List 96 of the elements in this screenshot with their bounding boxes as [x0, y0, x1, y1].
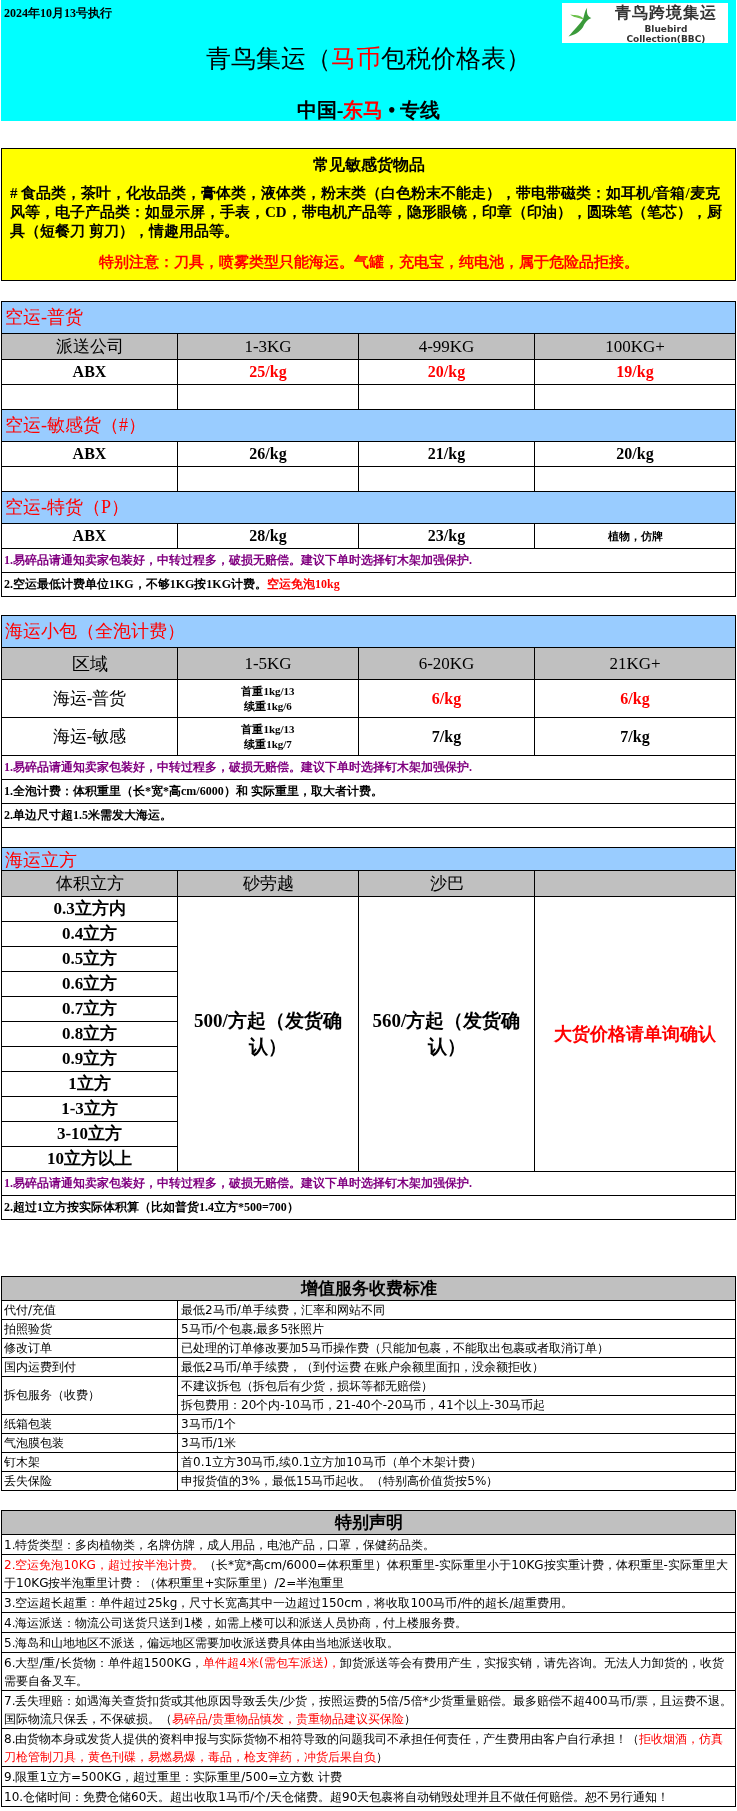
service-name: 钉木架	[2, 1453, 178, 1471]
table-title: 增值服务收费标准	[2, 1277, 735, 1301]
note-text: 1.易碎品请通知卖家包装好，中转过程多，破损无赔偿。建议下单时选择钉木架加强保护.	[2, 1172, 735, 1196]
note-text: 1.易碎品请通知卖家包装好，中转过程多，破损无赔偿。建议下单时选择钉木架加强保护.	[2, 756, 735, 780]
volume-cell: 0.7立方	[2, 997, 177, 1022]
logo-tagline: Bluebird Collection(BBC)	[625, 23, 707, 44]
statement-text: 6.大型/重/长货物：单件超1500KG，单件超4米(需包车派送)，卸货派送等会有费用产生，实报实销，请先咨询。无法人力卸货的，收货需要自备叉车。	[2, 1653, 735, 1691]
statement-text: 5.海岛和山地地区不派送，偏远地区需要加收派送费具体由当地派送收取。	[2, 1633, 735, 1653]
table-cell-text: 6/kg	[619, 688, 651, 710]
service-fee: 3马币/1米	[180, 1435, 238, 1452]
section-title: 空运-特货（P）	[2, 492, 735, 524]
volume-cell-text: 10立方以上	[46, 1148, 133, 1170]
statement-text: 2.空运免泡10KG，超过按半泡计费。（长*宽*高cm/6000=体积重里）体积重里-实际重里小于10KG按实重计费，体积重里-实际重里大于10KG按半泡重里计费：（体积重里+实际重里）/2=半泡重里	[2, 1555, 735, 1593]
volume-cell: 0.3立方内	[2, 897, 177, 922]
volume-cell: 0.6立方	[2, 972, 177, 997]
column-header: 21KG+	[608, 652, 662, 675]
statement-text: 8.由货物本身或发货人提供的资料申报与实际货物不相符导致的问题我司不承担任何责任，产生费用由客户自行承担！（拒收烟酒，仿真刀枪管制刀具，黄色刊碟，易燃易爆，毒品，枪支弹药，冲货后果自负）	[2, 1729, 735, 1767]
service-fee: 最低2马币/单手续费，汇率和网站不同	[180, 1302, 386, 1319]
service-fee: 首0.1立方30马币,续0.1立方加10马币（单个木架计费）	[180, 1454, 483, 1471]
service-fee: 已处理的订单修改要加5马币操作费（只能加包裹，不能取出包裹或者取消订单）	[180, 1340, 610, 1357]
page-title: 青鸟集运（马币包税价格表）	[206, 44, 531, 74]
column-header: 1-3KG	[178, 334, 359, 359]
note-text: 1.易碎品请通知卖家包装好，中转过程多，破损无赔偿。建议下单时选择钉木架加强保护.	[2, 549, 735, 573]
statement-text: 7.丢失理赔：如遇海关查货扣货或其他原因导致丢失/少货，按照运费的5倍/5倍*少货重量赔偿。最多赔偿不超400马币/票，且运费不退。国际物流只保丢，不保破损。（易碎品/贵重物品慎发，贵重物品建议买保险）	[2, 1691, 735, 1729]
service-name: 丢失保险	[2, 1472, 178, 1490]
table-cell: ABX	[2, 442, 178, 466]
table-cell: 7/kg	[359, 718, 535, 755]
volume-cell: 1-3立方	[2, 1097, 177, 1122]
note-text: 2.空运最低计费单位1KG，不够1KG按1KG计费。空运免泡10kg	[2, 573, 735, 597]
table-cell: 20/kg	[359, 360, 535, 384]
service-name: 修改订单	[2, 1339, 178, 1357]
service-fee: 不建议拆包（拆包后有少货，损坏等都无赔偿）	[178, 1377, 735, 1396]
panel-title: 常见敏感货物品	[311, 155, 426, 176]
route-subtitle: 中国-东马 • 专线	[296, 98, 441, 123]
table-cell-text: 20/kg	[615, 444, 655, 465]
column-header: 体积立方	[2, 871, 178, 896]
table-cell-text: 19/kg	[615, 362, 655, 383]
column-header: 1-5KG	[178, 648, 359, 679]
volume-cell: 0.5立方	[2, 947, 177, 972]
table-cell: 首重1kg/13 续重1kg/6	[178, 680, 359, 717]
column-header: 6-20KG	[359, 648, 535, 679]
warning-text: 特别注意：刀具，喷雾类型只能海运。气罐，充电宝，纯电池，属于危险品拒接。	[97, 253, 640, 272]
volume-cell: 0.9立方	[2, 1047, 177, 1072]
volume-cell: 0.8立方	[2, 1022, 177, 1047]
table-cell: 21/kg	[359, 442, 535, 466]
column-header: 沙巴	[359, 871, 535, 896]
table-title: 特别声明	[2, 1511, 735, 1535]
column-header: 100KG+	[604, 335, 666, 358]
table-cell: 28/kg	[178, 524, 359, 548]
column-header: 派送公司	[2, 334, 178, 359]
table-cell: 26/kg	[178, 442, 359, 466]
sensitive-goods-list: # 食品类，茶叶，化妆品类，膏体类，液体类，粉末类（白色粉末不能走），带电带磁类：如耳机/音箱/麦克风等，电子产品类：如显示屏，手表，CD，带电机产品等，隐形眼镜，印章（印油），圆珠笔（笔芯），厨具（短餐刀 剪刀），情趣用品等。	[10, 184, 727, 241]
column-header: 4-99KG	[359, 334, 535, 359]
price-cell: 560/方起（发货确认）	[359, 897, 535, 1171]
service-fee: 3马币/1个	[180, 1416, 238, 1433]
table-cell: 6/kg	[359, 680, 535, 717]
volume-cell: 1立方	[2, 1072, 177, 1097]
table-cell: 23/kg	[359, 524, 535, 548]
section-title: 空运-普货	[2, 302, 735, 334]
service-fee: 拆包费用：20个内-10马币，21-40个-20马币，41个以上-30马币起	[180, 1397, 547, 1414]
service-name: 气泡膜包装	[2, 1434, 178, 1452]
note-text: 2.超过1立方按实际体积算（比如普货1.4立方*500=700）	[2, 1196, 735, 1220]
section-title: 海运小包（全泡计费）	[2, 616, 735, 648]
table-cell: 首重1kg/13 续重1kg/7	[178, 718, 359, 755]
note-text: 2.单边尺寸超1.5米需发大海运。	[2, 804, 735, 828]
price-cell-text: 大货价格请单询确认	[553, 1023, 717, 1046]
section-title: 海运立方	[2, 848, 735, 871]
table-cell: 25/kg	[178, 360, 359, 384]
price-cell: 500/方起（发货确认）	[178, 897, 359, 1171]
service-name: 国内运费到付	[2, 1358, 178, 1376]
statement-text: 9.限重1立方=500KG，超过重里：实际重里/500=立方数 计费	[2, 1767, 735, 1787]
table-cell-text: 7/kg	[619, 726, 651, 748]
statement-text: 1.特货类型：多肉植物类，名牌仿牌，成人用品，电池产品，口罩，保健药品类。	[2, 1535, 735, 1555]
table-cell: ABX	[2, 360, 178, 384]
service-name: 代付/充值	[2, 1301, 178, 1319]
table-cell: ABX	[2, 524, 178, 548]
statement-text: 10.仓储时间：免费仓储60天。超出收取1马币/个/天仓储费。超90天包裹将自动销毁处理并且不做任何赔偿。恕不另行通知！	[2, 1787, 735, 1807]
service-fee: 最低2马币/单手续费，（到付运费 在账户余额里面扣，没余额拒收）	[180, 1359, 546, 1376]
column-header: 区域	[2, 648, 178, 679]
section-title: 空运-敏感货（#）	[2, 410, 735, 442]
statement-text: 4.海运派送：物流公司送货只送到1楼，如需上楼可以和派送人员协商，付上楼服务费。	[2, 1613, 735, 1633]
column-header: 砂劳越	[178, 871, 359, 896]
note-text: 1.全泡计费：体积重里（长*宽*高cm/6000）和 实际重里，取大者计费。	[2, 780, 735, 804]
table-cell: 海运-普货	[2, 680, 178, 717]
service-fee: 5马币/个包裹,最多5张照片	[180, 1321, 326, 1338]
statement-text: 3.空运超长超重：单件超过25kg，尺寸长宽高其中一边超过150cm，将收取100马币/件的超长/超重费用。	[2, 1593, 735, 1613]
service-name: 拍照验货	[2, 1320, 178, 1338]
logo-name: 青鸟跨境集运	[613, 2, 718, 24]
effective-date: 2024年10月13号执行	[4, 5, 112, 22]
service-name: 拆包服务（收费）	[2, 1377, 178, 1414]
volume-cell: 0.4立方	[2, 922, 177, 947]
table-cell: 海运-敏感	[2, 718, 178, 755]
table-cell-text: 植物，仿牌	[606, 528, 664, 544]
service-name: 纸箱包装	[2, 1415, 178, 1433]
volume-cell: 3-10立方	[2, 1122, 177, 1147]
service-fee: 申报货值的3%，最低15马币起收。（特别高价值货按5%）	[180, 1473, 500, 1490]
